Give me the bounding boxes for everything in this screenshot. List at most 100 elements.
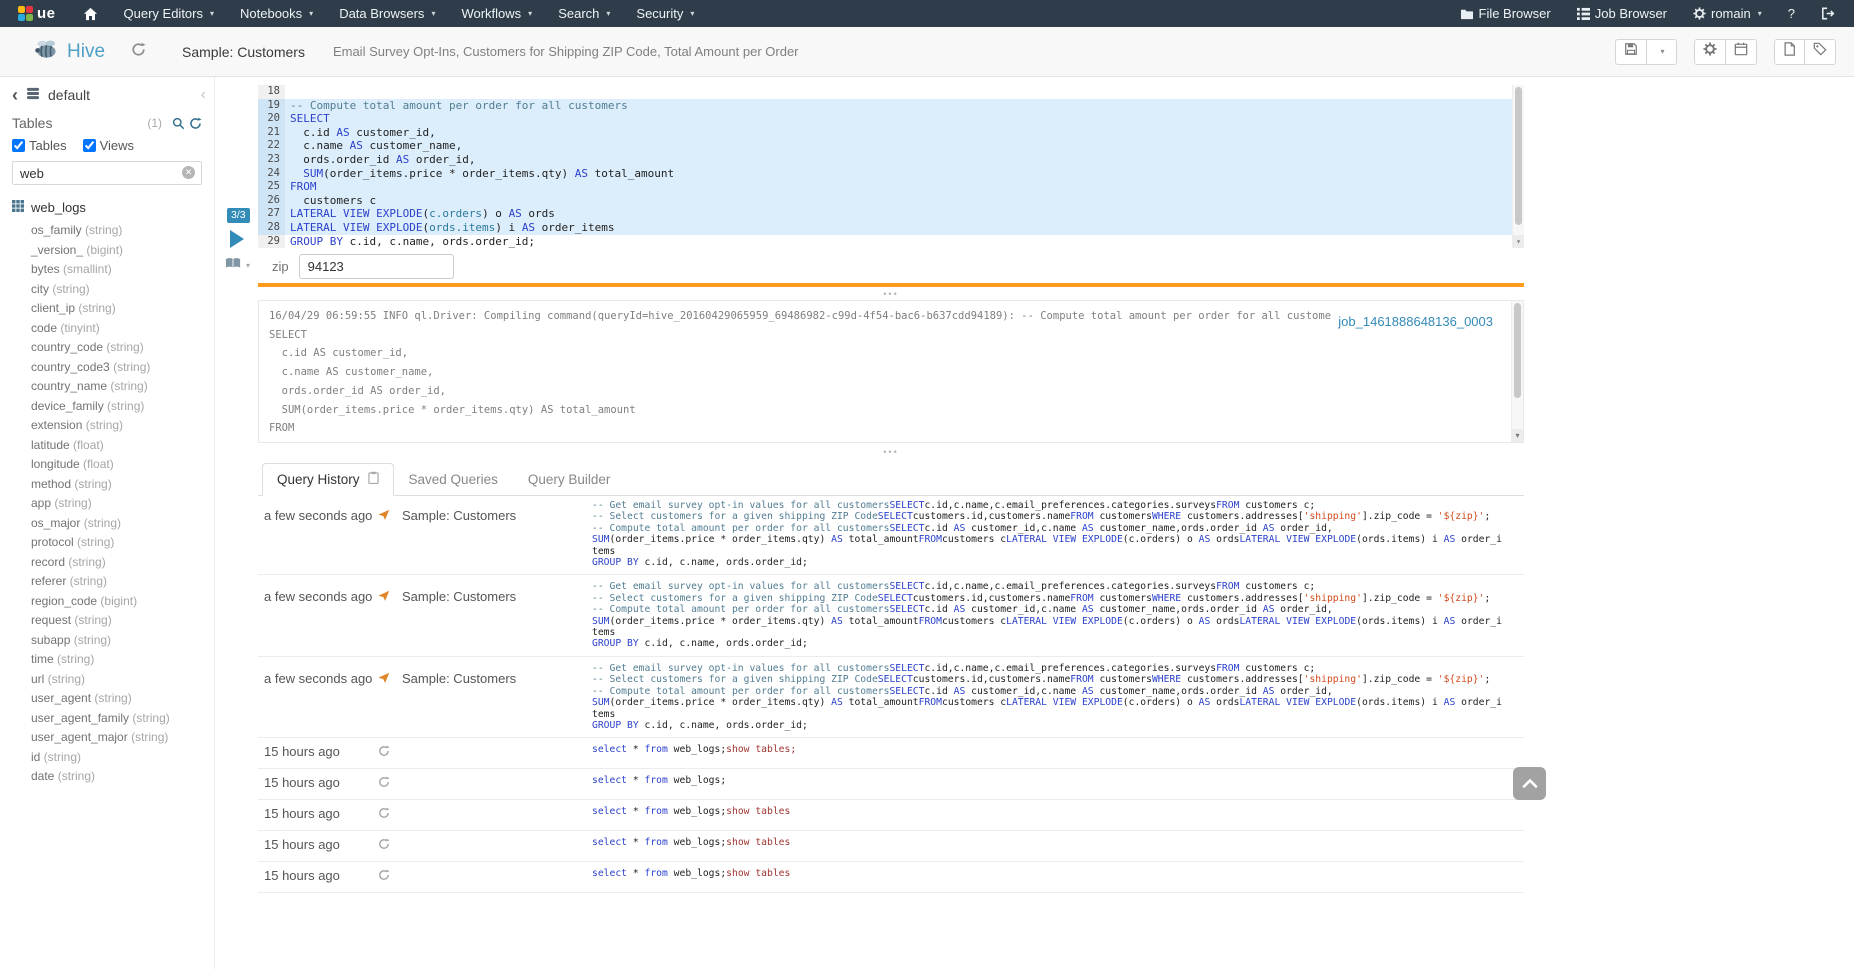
column-item[interactable]: bytes (smallint) [31, 260, 214, 280]
filter-views-checkbox[interactable]: Views [83, 138, 134, 153]
scrollbar-thumb[interactable] [1515, 87, 1522, 225]
query-history-button[interactable] [131, 42, 146, 62]
column-item[interactable]: os_major (string) [31, 514, 214, 534]
column-item[interactable]: method (string) [31, 475, 214, 495]
menu-workflows[interactable]: Workflows▾ [448, 0, 545, 27]
column-item[interactable]: record (string) [31, 553, 214, 573]
column-item[interactable]: user_agent_family (string) [31, 709, 214, 729]
column-item[interactable]: subapp (string) [31, 631, 214, 651]
column-item[interactable]: region_code (bigint) [31, 592, 214, 612]
column-item[interactable]: time (string) [31, 650, 214, 670]
column-item[interactable]: referer (string) [31, 572, 214, 592]
new-document-button[interactable] [1774, 39, 1805, 65]
home-button[interactable] [70, 0, 111, 27]
clipboard-icon[interactable] [368, 471, 379, 487]
code-line: LATERAL VIEW EXPLODE(ords.items) i AS or… [285, 221, 1512, 235]
column-item[interactable]: url (string) [31, 670, 214, 690]
tab-saved-queries[interactable]: Saved Queries [394, 463, 513, 496]
save-button[interactable] [1615, 39, 1647, 65]
history-row[interactable]: 15 hours agoselect * from web_logs;show … [258, 831, 1524, 862]
filter-tables-checkbox[interactable]: Tables [12, 138, 67, 153]
menu-notebooks[interactable]: Notebooks▾ [227, 0, 326, 27]
token: AS [336, 126, 349, 139]
log-line: customers c [269, 438, 1513, 443]
token: customers [1094, 593, 1152, 604]
menu-security[interactable]: Security▾ [623, 0, 707, 27]
save-options-button[interactable]: ▾ [1647, 39, 1677, 65]
history-row[interactable]: a few seconds agoSample: Customers-- Get… [258, 494, 1524, 575]
tab-query-builder[interactable]: Query Builder [513, 463, 626, 496]
tab-query-history[interactable]: Query History [262, 463, 394, 496]
job-browser-link[interactable]: Job Browser [1564, 0, 1680, 27]
scroll-to-top-button[interactable] [1513, 767, 1546, 800]
column-type: (string) [82, 418, 123, 432]
column-item[interactable]: request (string) [31, 611, 214, 631]
log-scrollbar[interactable]: ▾ [1511, 301, 1523, 442]
history-row[interactable]: 15 hours agoselect * from web_logs;show … [258, 862, 1524, 893]
history-row[interactable]: 15 hours agoselect * from web_logs; [258, 769, 1524, 800]
collapse-sidebar-icon[interactable]: ‹ [201, 86, 206, 104]
token: ].zip_code = [1362, 674, 1438, 685]
menu-query-editors[interactable]: Query Editors▾ [111, 0, 228, 27]
token: GROUP BY [592, 720, 639, 731]
column-item[interactable]: code (tinyint) [31, 319, 214, 339]
column-item[interactable]: country_code3 (string) [31, 358, 214, 378]
column-item[interactable]: os_family (string) [31, 221, 214, 241]
table-search-input[interactable] [12, 161, 202, 185]
logout-button[interactable] [1808, 0, 1848, 27]
history-row[interactable]: a few seconds agoSample: Customers-- Get… [258, 657, 1524, 738]
history-row[interactable]: 15 hours agoselect * from web_logs;show … [258, 738, 1524, 769]
refresh-icon[interactable] [189, 117, 202, 130]
editor-scrollbar[interactable]: ▾ [1512, 85, 1524, 248]
schedule-button[interactable] [1726, 39, 1757, 65]
history-row[interactable]: a few seconds agoSample: Customers-- Get… [258, 575, 1524, 656]
column-item[interactable]: extension (string) [31, 416, 214, 436]
variable-zip-input[interactable] [299, 254, 454, 279]
history-row[interactable]: 15 hours agoselect * from web_logs;show … [258, 800, 1524, 831]
column-item[interactable]: country_name (string) [31, 377, 214, 397]
tables-checkbox-input[interactable] [12, 139, 25, 152]
column-item[interactable]: user_agent_major (string) [31, 728, 214, 748]
column-item[interactable]: longitude (float) [31, 455, 214, 475]
tags-button[interactable] [1805, 39, 1836, 65]
clear-search-icon[interactable]: ✕ [182, 166, 195, 179]
token: GROUP BY [592, 638, 639, 649]
editor-code[interactable]: -- Compute total amount per order for al… [285, 85, 1512, 248]
column-item[interactable]: protocol (string) [31, 533, 214, 553]
column-item[interactable]: client_ip (string) [31, 299, 214, 319]
resize-handle-bottom[interactable]: ••• [258, 448, 1524, 457]
documentation-button[interactable]: ▾ [225, 256, 250, 274]
column-item[interactable]: _version_ (bigint) [31, 241, 214, 261]
column-item[interactable]: city (string) [31, 280, 214, 300]
job-link[interactable]: job_1461888648136_0003 [1338, 314, 1493, 329]
table-item-web-logs[interactable]: web_logs [0, 195, 214, 218]
column-item[interactable]: latitude (float) [31, 436, 214, 456]
execution-progress-bar [258, 283, 1524, 287]
user-menu[interactable]: romain ▾ [1680, 0, 1775, 27]
column-item[interactable]: app (string) [31, 494, 214, 514]
scroll-down-arrow-icon[interactable]: ▾ [1513, 235, 1524, 248]
column-item[interactable]: user_agent (string) [31, 689, 214, 709]
execute-button[interactable] [230, 230, 244, 248]
column-item[interactable]: country_code (string) [31, 338, 214, 358]
resize-handle-top[interactable]: ••• [258, 290, 1524, 299]
scrollbar-thumb[interactable] [1514, 303, 1521, 398]
settings-button[interactable] [1694, 39, 1726, 65]
database-name[interactable]: default [48, 87, 90, 103]
search-icon[interactable] [172, 117, 185, 130]
menu-search[interactable]: Search▾ [545, 0, 623, 27]
status-rerun-icon [378, 806, 402, 824]
back-icon[interactable]: ‹ [12, 88, 18, 102]
gutter-line-number: 24 [258, 167, 285, 181]
column-item[interactable]: device_family (string) [31, 397, 214, 417]
column-item[interactable]: date (string) [31, 767, 214, 787]
column-item[interactable]: id (string) [31, 748, 214, 768]
scroll-down-arrow-icon[interactable]: ▾ [1512, 429, 1523, 442]
views-checkbox-input[interactable] [83, 139, 96, 152]
query-line: select * from web_logs;show tables [592, 837, 1504, 848]
token: c.id, c.name, ords.order_id; [639, 557, 808, 568]
hue-logo[interactable]: ue [0, 0, 70, 27]
menu-data-browsers[interactable]: Data Browsers▾ [326, 0, 448, 27]
file-browser-link[interactable]: File Browser [1447, 0, 1564, 27]
help-button[interactable]: ? [1775, 0, 1808, 27]
